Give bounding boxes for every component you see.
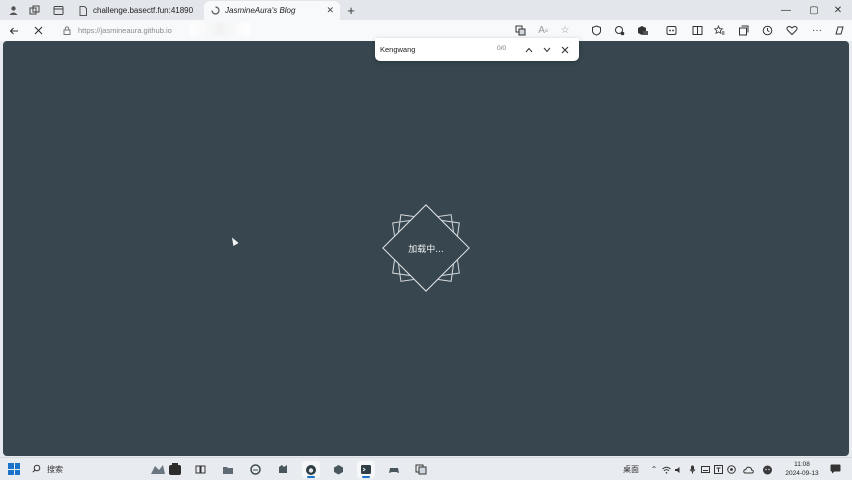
volume-icon[interactable] — [673, 463, 683, 476]
wechat-tray-icon[interactable] — [761, 463, 773, 476]
widgets-icon[interactable] — [145, 461, 185, 478]
terminal-icon[interactable] — [357, 461, 375, 478]
profile-icon[interactable] — [5, 2, 21, 18]
task-view-icon[interactable] — [191, 461, 209, 478]
network-icon[interactable] — [661, 463, 671, 476]
more-menu-icon[interactable]: ··· — [809, 22, 825, 39]
cloud-sync-icon[interactable] — [742, 463, 754, 476]
minimize-button[interactable]: — — [772, 2, 800, 18]
edge-icon[interactable] — [246, 461, 264, 478]
redaction-blur — [190, 22, 250, 36]
new-tab-button[interactable]: + — [343, 2, 359, 18]
browser-essentials-icon[interactable] — [784, 22, 800, 39]
app-tray-icon[interactable] — [726, 463, 736, 476]
tab-close-icon[interactable]: ✕ — [326, 5, 334, 16]
find-input[interactable] — [380, 42, 490, 57]
tab-title: challenge.basectf.fun:41890 — [93, 6, 194, 15]
loading-animation: 加载中... — [381, 203, 471, 293]
search-icon — [32, 464, 41, 475]
collections-icon[interactable] — [735, 22, 751, 39]
lock-icon[interactable] — [60, 26, 74, 35]
tab-bar: challenge.basectf.fun:41890 JasmineAura'… — [0, 0, 852, 20]
start-button[interactable] — [8, 463, 20, 475]
keyboard-icon[interactable] — [700, 463, 710, 476]
loading-spinner-icon — [210, 6, 220, 16]
split-screen-icon[interactable] — [689, 22, 705, 39]
store-icon[interactable] — [274, 461, 292, 478]
page-icon — [78, 5, 88, 16]
file-explorer-icon[interactable] — [219, 461, 237, 478]
close-window-button[interactable]: ✕ — [824, 2, 852, 18]
search-placeholder: 搜索 — [47, 465, 63, 474]
extension-badge-icon[interactable] — [634, 22, 650, 39]
notification-icon[interactable] — [829, 463, 841, 475]
microphone-icon[interactable] — [687, 463, 697, 476]
copilot-icon[interactable] — [831, 22, 847, 39]
app-cube-icon[interactable] — [329, 461, 347, 478]
windows-taskbar: 搜索 桌面 ⌃ 11:08 2024-09-13 — [0, 457, 852, 480]
system-clock[interactable]: 11:08 2024-09-13 — [782, 461, 822, 478]
stop-loading-button[interactable] — [29, 22, 47, 39]
find-close-button[interactable] — [557, 42, 573, 57]
tab-jasmineaura-blog[interactable]: JasmineAura's Blog ✕ — [204, 1, 340, 20]
history-icon[interactable] — [759, 22, 775, 39]
clock-time: 11:08 — [794, 461, 810, 468]
app-window-icon[interactable] — [412, 461, 430, 478]
extension-dots-icon[interactable] — [663, 22, 679, 39]
clock-date: 2024-09-13 — [785, 469, 819, 477]
favorites-icon[interactable] — [711, 22, 727, 39]
extension-puzzle-icon[interactable] — [611, 22, 627, 39]
back-button[interactable] — [5, 22, 23, 39]
read-aloud-icon[interactable]: Aa — [535, 22, 551, 39]
tab-challenge[interactable]: challenge.basectf.fun:41890 — [72, 1, 202, 20]
favorite-star-icon[interactable]: ☆ — [557, 22, 573, 39]
edge-browser-active-icon[interactable] — [302, 461, 320, 478]
chevron-up-icon[interactable]: ⌃ — [649, 463, 659, 476]
app-available-icon[interactable] — [512, 22, 528, 39]
taskbar-search[interactable]: 搜索 — [28, 461, 138, 478]
find-next-button[interactable] — [539, 42, 555, 57]
desktop-label[interactable]: 桌面 — [620, 463, 642, 476]
extension-shield-icon[interactable] — [588, 22, 604, 39]
find-previous-button[interactable] — [521, 42, 537, 57]
find-bar: 0/0 — [375, 38, 579, 61]
page-content: 加载中... — [3, 41, 849, 456]
input-method-icon[interactable] — [713, 463, 723, 476]
find-match-count: 0/0 — [497, 45, 507, 52]
tab-title: JasmineAura's Blog — [225, 6, 296, 15]
tab-actions-icon[interactable] — [50, 2, 66, 18]
mouse-cursor — [229, 236, 239, 246]
address-text: https://jasmineaura.github.io — [78, 26, 172, 35]
workspaces-icon[interactable] — [26, 2, 42, 18]
game-controller-icon[interactable] — [385, 461, 403, 478]
loading-text: 加载中... — [408, 244, 444, 255]
